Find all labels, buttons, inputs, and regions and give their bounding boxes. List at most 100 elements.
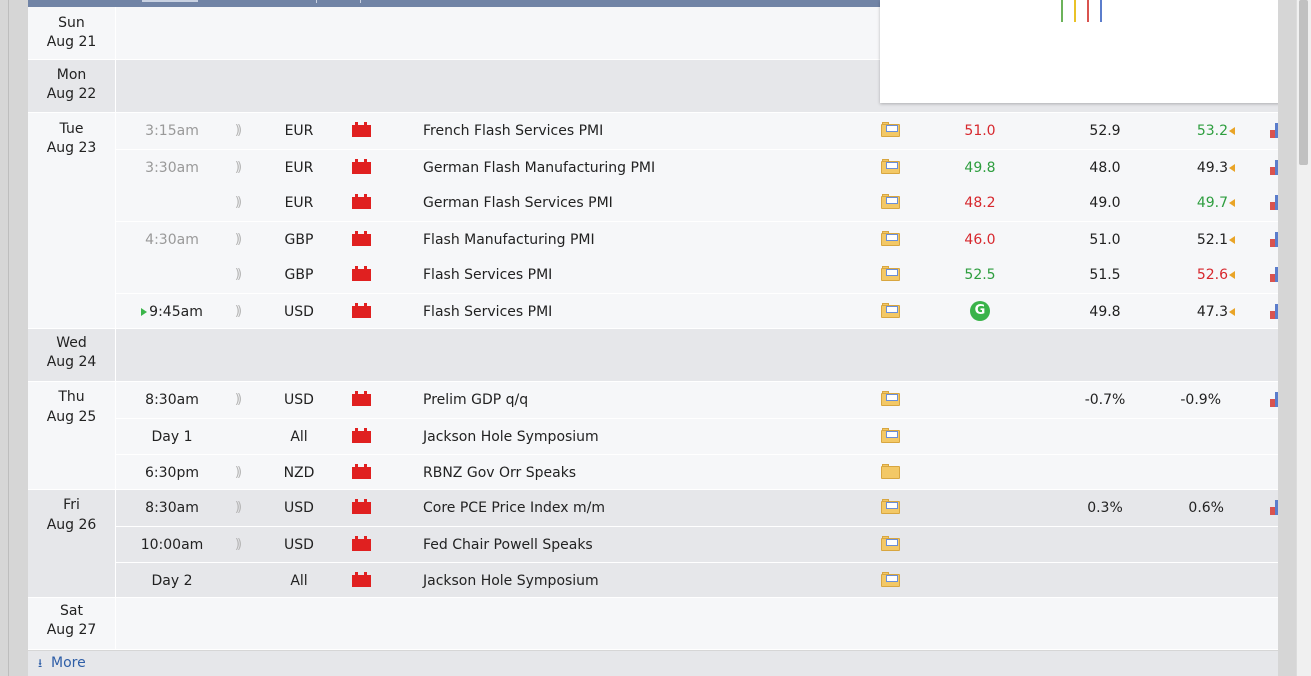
event-time: 8:30am: [115, 490, 229, 526]
event-row[interactable]: Day 2 All Jackson Hole Symposium: [115, 562, 1278, 598]
event-title[interactable]: German Flash Services PMI: [423, 185, 863, 221]
revised-arrow-icon: [1229, 308, 1235, 316]
impact-high-icon: [352, 266, 371, 281]
folder-icon[interactable]: [881, 391, 900, 406]
folder-paper: [886, 431, 898, 438]
event-row[interactable]: 4:30am)) GBP Flash Manufacturing PMI 46.0 51…: [115, 221, 1290, 258]
sound-icon[interactable]: )): [227, 185, 247, 221]
sound-icon[interactable]: )): [227, 455, 247, 491]
day-label: Mon Aug 22: [28, 60, 116, 112]
event-currency: GBP: [284, 232, 314, 248]
event-actual: [955, 382, 1005, 418]
day-date: Aug 23: [46, 140, 97, 156]
folder-icon[interactable]: [881, 122, 900, 137]
event-actual: 51.0: [964, 123, 996, 139]
event-title[interactable]: French Flash Services PMI: [423, 113, 863, 149]
more-label: More: [51, 655, 86, 671]
event-title[interactable]: Prelim GDP q/q: [423, 382, 863, 418]
folder-icon[interactable]: [881, 231, 900, 246]
event-row[interactable]: 8:30am)) USD Core PCE Price Index m/m 0.3% 0…: [115, 490, 1290, 526]
day-weekday: Mon: [56, 67, 87, 83]
day-date: Aug 21: [46, 34, 97, 50]
chart-popup: [880, 0, 1285, 103]
impact-cell: [352, 527, 372, 563]
event-title[interactable]: Fed Chair Powell Speaks: [423, 527, 863, 563]
event-actual: 46.0: [964, 232, 996, 248]
event-row[interactable]: 3:30am)) EUR German Flash Manufacturing PM…: [115, 149, 1290, 186]
event-row[interactable]: Day 1 All Jackson Hole Symposium: [115, 418, 1278, 454]
sound-icon[interactable]: )): [227, 113, 247, 149]
impact-cell: [352, 294, 372, 330]
folder-paper: [886, 306, 898, 313]
event-row[interactable]: )) GBP Flash Services PMI 52.5 51.5 52.6: [115, 257, 1290, 293]
gutter-edge: [8, 0, 9, 676]
event-currency: NZD: [283, 465, 315, 481]
refresh-icon[interactable]: G: [970, 301, 990, 321]
folder-icon[interactable]: [881, 572, 900, 587]
sound-icon[interactable]: )): [227, 490, 247, 526]
day-label: Tue Aug 23: [28, 113, 116, 328]
folder-icon[interactable]: [881, 536, 900, 551]
sound-icon[interactable]: )): [227, 222, 247, 258]
folder-icon[interactable]: [881, 266, 900, 281]
scrollbar-thumb[interactable]: [1299, 0, 1308, 165]
day-tue-aug-23: Tue Aug 23 3:15am)) EUR French Flash Servi…: [28, 113, 1290, 330]
event-forecast: [1065, 419, 1145, 455]
event-row[interactable]: 3:15am)) EUR French Flash Services PMI 51.0…: [115, 113, 1290, 149]
event-actual: G: [955, 294, 1005, 330]
event-time: 3:15am: [115, 113, 229, 149]
sound-icon[interactable]: )): [227, 150, 247, 186]
folder-icon[interactable]: [881, 499, 900, 514]
event-time-text: 8:30am: [145, 392, 199, 408]
event-time: [115, 257, 229, 293]
sound-icon[interactable]: )): [227, 527, 247, 563]
event-forecast: 48.0: [1089, 160, 1121, 176]
event-title[interactable]: Flash Manufacturing PMI: [423, 222, 863, 258]
sound-icon[interactable]: )): [227, 257, 247, 293]
event-currency: EUR: [284, 123, 314, 139]
event-title[interactable]: German Flash Manufacturing PMI: [423, 150, 863, 186]
more-link[interactable]: ⭳ More: [38, 651, 86, 676]
folder-icon[interactable]: [881, 428, 900, 443]
event-previous: 47.3: [1165, 294, 1235, 330]
impact-cell: [352, 563, 372, 599]
day-date: Aug 26: [46, 517, 97, 533]
download-arrow-icon: ⭳: [38, 656, 43, 670]
event-actual: [955, 527, 1005, 563]
event-row[interactable]: 10:00am)) USD Fed Chair Powell Speaks: [115, 526, 1278, 562]
sound-icon[interactable]: )): [227, 382, 247, 418]
sound-icon[interactable]: )): [227, 294, 247, 330]
event-row[interactable]: 9:45am)) USD Flash Services PMI G 49.8 47.3: [115, 293, 1290, 330]
detail-cell: [881, 294, 903, 330]
event-previous: 52.6: [1165, 257, 1235, 293]
folder-icon[interactable]: [881, 303, 900, 318]
impact-high-icon: [352, 159, 371, 174]
event-time: 10:00am: [115, 527, 229, 563]
day-label: Sun Aug 21: [28, 7, 116, 59]
day-label: Wed Aug 24: [28, 329, 116, 381]
folder-paper: [886, 162, 898, 169]
event-time-text: 6:30pm: [145, 465, 199, 481]
event-title[interactable]: Core PCE Price Index m/m: [423, 490, 863, 526]
event-title[interactable]: Flash Services PMI: [423, 257, 863, 293]
event-row[interactable]: 8:30am)) USD Prelim GDP q/q -0.7% -0.9%: [115, 382, 1290, 418]
event-title[interactable]: Jackson Hole Symposium: [423, 419, 863, 455]
day-weekday: Fri: [63, 497, 80, 513]
event-row[interactable]: )) EUR German Flash Services PMI 48.2 49.0 49…: [115, 185, 1290, 221]
folder-icon[interactable]: [881, 464, 900, 479]
day-weekday: Sat: [60, 603, 83, 619]
event-title[interactable]: Flash Services PMI: [423, 294, 863, 330]
popup-chart-line: [1061, 0, 1063, 22]
folder-icon[interactable]: [881, 194, 900, 209]
event-title[interactable]: RBNZ Gov Orr Speaks: [423, 455, 863, 491]
event-forecast: 0.3%: [1087, 500, 1123, 516]
impact-high-icon: [352, 231, 371, 246]
folder-icon[interactable]: [881, 159, 900, 174]
event-row[interactable]: 6:30pm)) NZD RBNZ Gov Orr Speaks: [115, 454, 1278, 490]
event-title[interactable]: Jackson Hole Symposium: [423, 563, 863, 599]
more-bar: ⭳ More: [28, 650, 1278, 676]
event-time-text: Day 2: [151, 573, 193, 589]
event-previous-value: 0.6%: [1188, 500, 1224, 516]
impact-cell: [352, 490, 372, 526]
event-previous-value: -0.9%: [1180, 392, 1221, 408]
